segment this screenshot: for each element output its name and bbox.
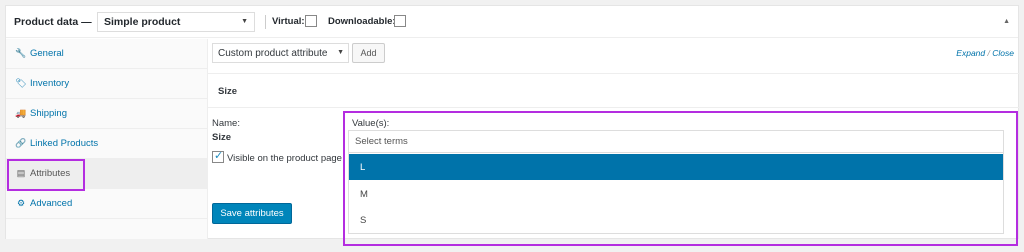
chevron-down-icon: ▼ [337,49,344,56]
downloadable-checkbox[interactable] [394,15,406,27]
attributes-tab-highlight [7,159,85,191]
tab-inventory-label: Inventory [30,78,70,89]
link-icon: 🔗 [15,138,27,148]
gear-icon: ⚙ [16,198,26,208]
virtual-checkbox[interactable] [305,15,317,27]
attribute-taxonomy-select[interactable]: Custom product attribute ▼ [212,43,349,63]
attribute-select-value: Custom product attribute [218,47,328,59]
expand-close-separator: / [987,48,990,58]
close-link[interactable]: Close [992,48,1014,58]
tab-advanced-label: Advanced [30,198,73,209]
header-divider [265,15,266,29]
tab-shipping-label: Shipping [30,108,67,119]
values-dropdown-highlight [343,111,1018,246]
visible-on-product-page-label: Visible on the product page [227,153,342,164]
tab-inventory[interactable]: 🏷 Inventory [6,69,208,99]
tab-advanced[interactable]: ⚙ Advanced [6,189,208,219]
attribute-heading: Size [218,86,238,97]
panel-header: Product data — Simple product ▼ Virtual:… [6,6,1018,38]
tab-linked-products[interactable]: 🔗 Linked Products [6,129,208,159]
expand-close-links: Expand / Close [956,48,1014,58]
tab-linked-products-label: Linked Products [30,138,99,149]
tag-icon: 🏷 [15,78,27,88]
visible-on-product-page-checkbox[interactable] [212,149,224,163]
product-data-tabs: 🔧 General 🏷 Inventory 🚚 Shipping 🔗 Linke… [6,39,208,239]
product-type-value: Simple product [104,16,181,28]
attribute-heading-row[interactable]: Size [208,73,1020,108]
product-type-select[interactable]: Simple product ▼ [97,12,255,32]
tab-general-label: General [30,48,64,59]
truck-icon: 🚚 [15,108,27,118]
name-label: Name: [212,118,240,129]
wrench-icon: 🔧 [15,48,27,58]
chevron-down-icon: ▼ [241,18,248,25]
tab-general[interactable]: 🔧 General [6,39,208,69]
downloadable-label: Downloadable: [328,16,396,27]
attribute-name-value: Size [212,132,232,143]
tab-shipping[interactable]: 🚚 Shipping [6,99,208,129]
expand-link[interactable]: Expand [956,48,985,58]
save-attributes-button[interactable]: Save attributes [212,203,292,224]
collapse-toggle-icon[interactable]: ▲ [1003,18,1010,25]
virtual-label: Virtual: [272,16,305,27]
add-attribute-button[interactable]: Add [352,43,385,63]
product-data-title: Product data — [14,16,92,28]
